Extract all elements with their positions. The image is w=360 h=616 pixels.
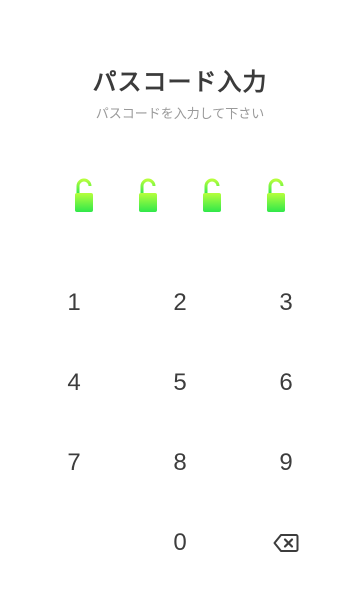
key-9[interactable]: 9 (246, 423, 326, 503)
passcode-digit-1-unlocked-icon (73, 178, 95, 214)
passcode-digit-4-unlocked-icon (265, 178, 287, 214)
key-3[interactable]: 3 (246, 263, 326, 343)
backspace-button[interactable] (246, 503, 326, 583)
key-7[interactable]: 7 (34, 423, 114, 503)
passcode-screen: パスコード入力 パスコードを入力して下さい 1 2 3 4 5 6 7 8 9 … (0, 0, 360, 616)
key-1[interactable]: 1 (34, 263, 114, 343)
page-title: パスコード入力 (92, 68, 268, 96)
key-2[interactable]: 2 (140, 263, 220, 343)
key-6[interactable]: 6 (246, 343, 326, 423)
page-subtitle: パスコードを入力して下さい (95, 107, 265, 122)
passcode-digit-3-unlocked-icon (201, 178, 223, 214)
numeric-keypad: 1 2 3 4 5 6 7 8 9 0 (0, 263, 360, 583)
key-4[interactable]: 4 (34, 343, 114, 423)
passcode-digit-2-unlocked-icon (137, 178, 159, 214)
backspace-icon (273, 533, 299, 553)
key-8[interactable]: 8 (140, 423, 220, 503)
key-0[interactable]: 0 (140, 503, 220, 583)
key-5[interactable]: 5 (140, 343, 220, 423)
key-empty (34, 503, 114, 583)
passcode-indicators (0, 178, 360, 218)
